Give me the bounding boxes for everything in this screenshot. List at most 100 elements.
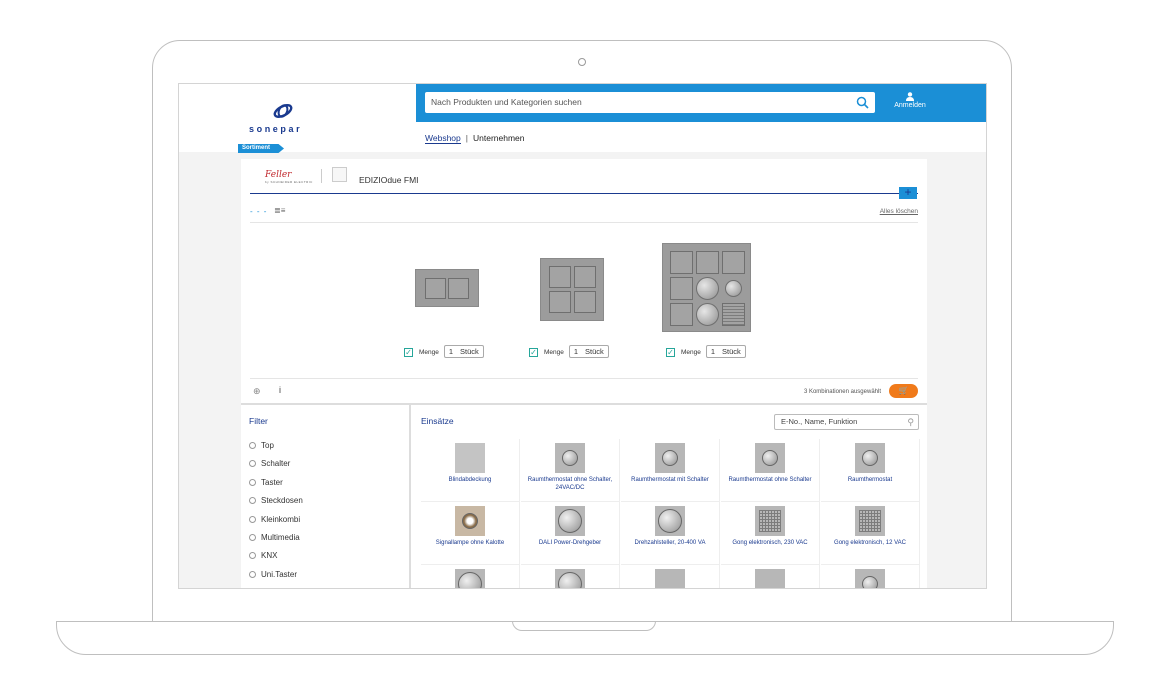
filter-item[interactable]: Taster <box>249 478 283 487</box>
insert-label: Raumthermostat <box>847 477 893 483</box>
nav-company[interactable]: Unternehmen <box>473 133 525 143</box>
insert-card[interactable]: Raumthermostat mit Schalter <box>621 439 720 502</box>
insert-card[interactable] <box>621 565 720 588</box>
cart-button[interactable]: 🛒 <box>889 384 918 398</box>
switch-key <box>448 278 469 299</box>
product-qty-3: ✓ Menge 1 Stück <box>666 345 746 358</box>
insert-image <box>455 506 485 536</box>
product-checkbox-2[interactable]: ✓ <box>529 347 538 357</box>
knob-icon <box>558 509 582 533</box>
switch-key <box>696 251 719 274</box>
sortiment-tab[interactable]: Sortiment <box>238 144 285 153</box>
insert-label: Raumthermostat mit Schalter <box>631 477 709 483</box>
nav-webshop[interactable]: Webshop <box>425 133 461 144</box>
inserts-title: Einsätze <box>421 416 454 426</box>
insert-image <box>655 569 685 588</box>
radio-icon[interactable] <box>249 516 256 523</box>
top-bar: Nach Produkten und Kategorien suchen Anm… <box>416 84 986 122</box>
login-button[interactable]: Anmelden <box>886 92 934 109</box>
qty-unit: Stück <box>722 347 741 356</box>
config-line <box>250 193 918 194</box>
info-icon[interactable]: i <box>279 385 281 395</box>
product-image-1[interactable] <box>415 269 479 307</box>
filter-item[interactable]: Uni.Taster <box>249 570 297 579</box>
filter-label: Uni.Taster <box>261 570 298 579</box>
product-checkbox-1[interactable]: ✓ <box>404 347 413 357</box>
knob-icon <box>696 277 719 300</box>
lamp-icon <box>462 513 478 529</box>
insert-card[interactable]: Drehzahlsteller, 20-400 VA <box>621 502 720 565</box>
knob-icon <box>696 303 719 326</box>
switch-key <box>670 303 693 326</box>
switch-key <box>425 278 446 299</box>
insert-card[interactable]: Signallampe ohne Kalotte <box>421 502 520 565</box>
insert-card[interactable]: Gong elektronisch, 230 VAC <box>721 502 820 565</box>
insert-card[interactable]: Raumthermostat <box>821 439 920 502</box>
knob-icon <box>658 509 682 533</box>
insert-card[interactable]: Raumthermostat ohne Schalter <box>721 439 820 502</box>
insert-image <box>755 443 785 473</box>
insert-card[interactable]: Blindabdeckung <box>421 439 520 502</box>
filter-item[interactable]: Multimedia <box>249 533 300 542</box>
insert-card[interactable] <box>721 565 820 588</box>
insert-card[interactable]: Raumthermostat ohne Schalter, 24VAC/DC <box>521 439 620 502</box>
camera-icon <box>578 58 586 66</box>
filter-label: KNX <box>261 551 278 560</box>
insert-card[interactable]: Gong elektronisch, 12 VAC <box>821 502 920 565</box>
list-view-icon[interactable]: ≣≡ <box>274 206 285 215</box>
insert-image <box>755 506 785 536</box>
insert-image <box>455 569 485 588</box>
search-icon[interactable]: ⚲ <box>907 415 914 429</box>
insert-label: DALI Power-Drehgeber <box>538 540 602 546</box>
user-icon <box>906 92 914 101</box>
radio-icon[interactable] <box>249 552 256 559</box>
filter-item[interactable]: KNX <box>249 551 277 560</box>
knob-icon <box>562 450 578 466</box>
qty-value: 1 <box>573 347 579 356</box>
insert-image <box>655 506 685 536</box>
filter-label: Schalter <box>261 459 291 468</box>
brand-sub: by SCHNEIDER ELECTRIC <box>265 180 313 184</box>
search-icon[interactable] <box>856 96 869 109</box>
insert-search-input[interactable]: E-No., Name, Funktion ⚲ <box>774 414 919 430</box>
filter-item[interactable]: Steckdosen <box>249 496 303 505</box>
insert-card[interactable] <box>821 565 920 588</box>
radio-icon[interactable] <box>249 571 256 578</box>
qty-input-1[interactable]: 1 Stück <box>443 345 484 358</box>
filter-item[interactable]: Kleinkombi <box>249 515 300 524</box>
radio-icon[interactable] <box>249 479 256 486</box>
insert-card[interactable] <box>421 565 520 588</box>
qty-input-3[interactable]: 1 Stück <box>705 345 746 358</box>
qty-input-2[interactable]: 1 Stück <box>568 345 609 358</box>
radio-icon[interactable] <box>249 534 256 541</box>
filter-item[interactable]: Top <box>249 441 274 450</box>
logo-text: sonepar <box>249 124 303 134</box>
series-thumbnail-icon[interactable] <box>332 167 347 182</box>
sonepar-logo-icon[interactable] <box>272 103 294 119</box>
insert-card[interactable] <box>521 565 620 588</box>
filter-label: Taster <box>261 478 283 487</box>
radio-icon[interactable] <box>249 460 256 467</box>
insert-card[interactable]: DALI Power-Drehgeber <box>521 502 620 565</box>
radio-icon[interactable] <box>249 497 256 504</box>
logo-area: sonepar Sortiment <box>179 84 416 153</box>
radio-icon[interactable] <box>249 442 256 449</box>
qty-value: 1 <box>710 347 716 356</box>
zoom-icon[interactable]: ⊕ <box>253 386 261 397</box>
product-image-3[interactable] <box>662 243 751 332</box>
knob-icon <box>862 450 878 466</box>
menge-label: Menge <box>544 349 564 356</box>
product-checkbox-3[interactable]: ✓ <box>666 347 675 357</box>
brand-logo[interactable]: Feller <box>265 170 291 180</box>
filter-panel: Filter Top Schalter Taster Steckdosen Kl… <box>241 403 411 588</box>
search-input[interactable]: Nach Produkten und Kategorien suchen <box>425 92 875 113</box>
insert-image <box>455 443 485 473</box>
product-image-2[interactable] <box>540 258 604 321</box>
clear-all-link[interactable]: Alles löschen <box>880 208 918 215</box>
combinations-count: 3 Kombinationen ausgewählt <box>803 389 881 395</box>
insert-image <box>855 443 885 473</box>
speaker-icon <box>859 510 881 532</box>
filter-item[interactable]: Schalter <box>249 459 290 468</box>
add-button[interactable]: + <box>899 186 917 199</box>
grid-view-icon[interactable]: - - - <box>250 207 267 216</box>
